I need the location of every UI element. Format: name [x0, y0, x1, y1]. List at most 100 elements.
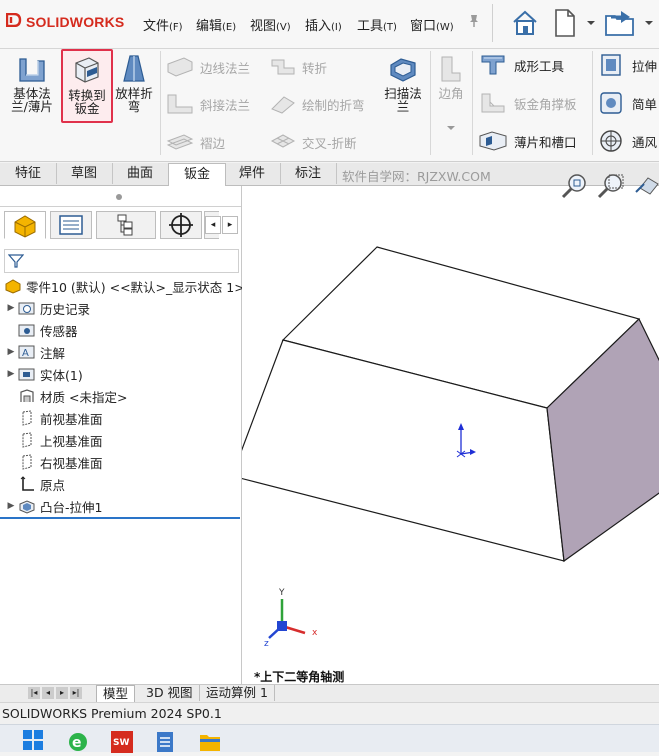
- crosshair-icon: [169, 213, 193, 237]
- menu-tools[interactable]: 工具(T): [357, 15, 397, 34]
- extrude-button[interactable]: 拉伸: [598, 53, 657, 77]
- sheet-metal-gusset-button[interactable]: 钣金角撑板: [478, 91, 577, 115]
- svg-text:A: A: [22, 348, 29, 359]
- property-manager-tab[interactable]: [50, 211, 92, 239]
- tab-sketch[interactable]: 草图: [56, 163, 113, 184]
- first-tab-icon[interactable]: |◂: [28, 687, 40, 699]
- tab-surfaces[interactable]: 曲面: [112, 163, 169, 184]
- menu-edit[interactable]: 编辑(E): [196, 15, 236, 34]
- tree-item-annotations[interactable]: ▶ A 注解: [4, 341, 65, 363]
- corner-button[interactable]: 边角: [432, 49, 470, 130]
- graphics-area[interactable]: Y x z *上下二等角轴测: [242, 174, 659, 684]
- jog-button[interactable]: 转折: [270, 55, 327, 79]
- chevron-down-icon[interactable]: [432, 124, 470, 132]
- sketched-bend-icon: [271, 96, 295, 114]
- scroll-right-icon[interactable]: ▸: [222, 216, 238, 234]
- command-manager: 基体法 兰/薄片 转换到 钣金 放样折 弯 边线法兰 转折 斜接法兰 绘制的折弯…: [0, 49, 659, 162]
- prev-tab-icon[interactable]: ◂: [42, 687, 54, 699]
- new-document-icon[interactable]: [550, 6, 580, 40]
- tree-item-history[interactable]: ▶ 历史记录: [4, 297, 90, 319]
- simple-hole-button[interactable]: 简单: [598, 91, 657, 115]
- menu-insert[interactable]: 插入(I): [305, 15, 342, 34]
- miter-flange-button[interactable]: 斜接法兰: [166, 92, 250, 116]
- tree-item-solid-bodies[interactable]: ▶ 实体(1): [4, 363, 83, 385]
- tree-item-material[interactable]: 材质 <未指定>: [4, 385, 127, 407]
- feature-manager-tab[interactable]: [4, 211, 46, 239]
- tab-and-slot-icon: [479, 131, 507, 151]
- lofted-bend-button[interactable]: 放样折 弯: [110, 49, 158, 119]
- tree-item-right-plane[interactable]: 右视基准面: [4, 451, 103, 473]
- annotation-icon: A: [18, 345, 35, 359]
- tree-item-front-plane[interactable]: 前视基准面: [4, 407, 103, 429]
- svg-text:e: e: [72, 735, 82, 751]
- chevron-down-icon[interactable]: [586, 16, 596, 30]
- base-flange-button[interactable]: 基体法 兰/薄片: [8, 49, 56, 119]
- tab-model[interactable]: 模型: [96, 685, 136, 703]
- part-icon: [14, 215, 36, 238]
- tab-sheet-metal[interactable]: 钣金: [168, 163, 226, 186]
- reference-triad: [268, 599, 306, 639]
- solidworks-logo[interactable]: SOLIDWORKS: [5, 12, 124, 30]
- expand-arrow-icon[interactable]: ▶: [4, 369, 18, 379]
- rollback-bar[interactable]: [0, 517, 240, 519]
- sketched-bend-button[interactable]: 绘制的折弯: [270, 92, 365, 116]
- tree-root-part[interactable]: 零件10 (默认) <<默认>_显示状态 1>: [4, 275, 245, 297]
- expand-arrow-icon[interactable]: ▶: [4, 303, 18, 313]
- tab-motion-study[interactable]: 运动算例 1: [200, 685, 275, 701]
- tree-item-boss-extrude1[interactable]: ▶ 凸台-拉伸1: [4, 495, 103, 517]
- open-document-icon[interactable]: [602, 6, 638, 40]
- scroll-left-icon[interactable]: ◂: [205, 216, 221, 234]
- boss-extrude-icon: [19, 500, 35, 514]
- edge-flange-button[interactable]: 边线法兰: [166, 55, 250, 79]
- tab-features[interactable]: 特征: [0, 163, 57, 184]
- windows-start-icon[interactable]: [22, 729, 46, 753]
- windows-taskbar: e SW: [0, 724, 659, 753]
- menu-view[interactable]: 视图(V): [250, 15, 291, 34]
- status-bar: SOLIDWORKS Premium 2024 SP0.1: [0, 702, 659, 725]
- tree-filter-input[interactable]: [4, 249, 239, 273]
- solid-body-icon: [18, 368, 35, 381]
- jog-icon: [271, 59, 295, 75]
- tab-and-slot-button[interactable]: 薄片和槽口: [478, 129, 577, 153]
- tree-item-top-plane[interactable]: 上视基准面: [4, 429, 103, 451]
- cross-break-button[interactable]: 交叉-折断: [270, 130, 357, 154]
- hem-button[interactable]: 褶边: [166, 130, 225, 154]
- convert-to-sheet-metal-button[interactable]: 转换到 钣金: [61, 49, 113, 123]
- part-icon: [5, 279, 21, 294]
- home-icon[interactable]: [508, 6, 542, 40]
- menu-window[interactable]: 窗口(W): [410, 15, 454, 34]
- menu-file[interactable]: 文件(F): [143, 15, 183, 34]
- panel-grip-icon[interactable]: [116, 194, 122, 200]
- configuration-manager-tab[interactable]: [96, 211, 156, 239]
- file-explorer-icon[interactable]: [198, 729, 222, 753]
- watermark-text: 软件自学网：RJZXW.COM: [342, 169, 491, 184]
- triad-x-label: x: [312, 628, 318, 638]
- triad-y-label: Y: [279, 588, 285, 598]
- corner-icon: [441, 56, 461, 82]
- notepad-icon[interactable]: [154, 729, 178, 753]
- expand-arrow-icon[interactable]: ▶: [4, 347, 18, 357]
- extrude-icon: [601, 54, 621, 76]
- tab-annotations[interactable]: 标注: [280, 163, 337, 184]
- tree-item-origin[interactable]: 原点: [4, 473, 65, 495]
- model-3d-view[interactable]: [242, 186, 659, 684]
- last-tab-icon[interactable]: ▸|: [70, 687, 82, 699]
- chevron-down-icon[interactable]: [644, 16, 654, 30]
- solidworks-taskbar-icon[interactable]: SW: [110, 729, 134, 753]
- svg-text:SW: SW: [113, 738, 129, 748]
- expand-arrow-icon[interactable]: ▶: [4, 501, 18, 511]
- tab-3d-view[interactable]: 3D 视图: [140, 685, 200, 701]
- dimxpert-manager-tab[interactable]: [160, 211, 202, 239]
- pin-icon[interactable]: [466, 13, 482, 32]
- plane-icon: [22, 410, 32, 426]
- browser-icon[interactable]: e: [66, 729, 90, 753]
- tab-weldments[interactable]: 焊件: [224, 163, 281, 184]
- forming-tool-button[interactable]: 成形工具: [478, 53, 564, 77]
- swept-flange-icon: [390, 58, 416, 82]
- filter-icon: [7, 254, 25, 268]
- next-tab-icon[interactable]: ▸: [56, 687, 68, 699]
- vent-button[interactable]: 通风: [598, 129, 657, 153]
- tree-item-sensors[interactable]: 传感器: [4, 319, 78, 341]
- swept-flange-button[interactable]: 扫描法 兰: [378, 49, 428, 119]
- history-folder-icon: [18, 302, 35, 315]
